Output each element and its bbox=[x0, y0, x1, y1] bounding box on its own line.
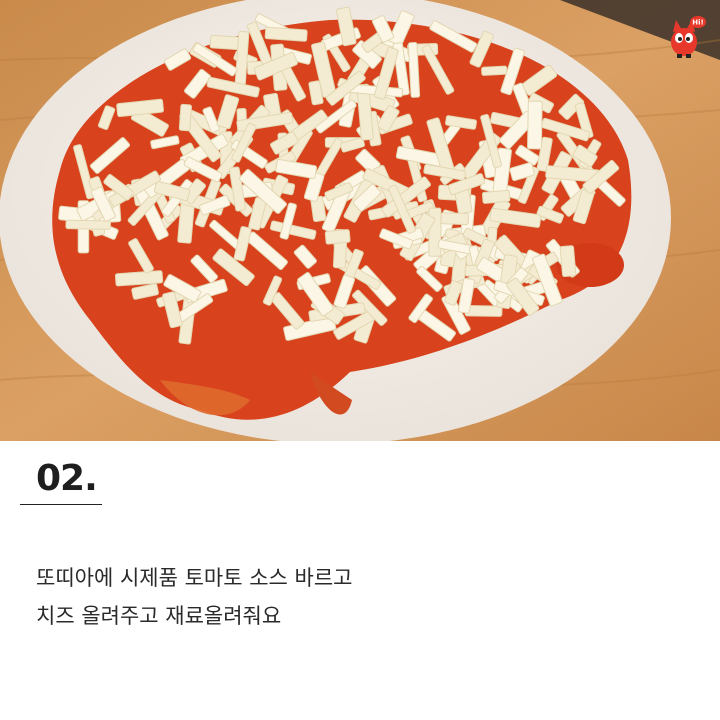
cheese-shred bbox=[481, 189, 511, 204]
red-cat-mascot-icon: Hi! bbox=[664, 14, 706, 58]
cheese-shred bbox=[324, 229, 351, 245]
cheese-shred bbox=[428, 207, 442, 257]
description-line: 또띠아에 시제품 토마토 소스 바르고 bbox=[36, 566, 353, 590]
cheese-shred bbox=[527, 100, 543, 150]
cheese-shred bbox=[177, 201, 195, 244]
pizza-photo: Hi! bbox=[0, 0, 720, 441]
cheese-shred bbox=[178, 103, 192, 132]
recipe-step-card: Hi! 02. 또띠아에 시제품 토마토 소스 바르고 치즈 올려주고 재료올려… bbox=[0, 0, 720, 720]
cheese-shred bbox=[264, 26, 308, 42]
step-divider bbox=[20, 504, 102, 505]
cheese-shred bbox=[209, 34, 240, 51]
description-line: 치즈 올려주고 재료올려줘요 bbox=[36, 604, 282, 628]
cheese-shred bbox=[481, 65, 508, 76]
mascot-badge-text: Hi! bbox=[692, 19, 703, 27]
step-description: 또띠아에 시제품 토마토 소스 바르고 치즈 올려주고 재료올려줘요 bbox=[36, 559, 353, 635]
cheese-shred bbox=[464, 305, 503, 317]
cheese-shred bbox=[65, 219, 111, 230]
cheese-shred bbox=[559, 245, 577, 278]
step-section: 02. 또띠아에 시제품 토마토 소스 바르고 치즈 올려주고 재료올려줘요 bbox=[0, 441, 720, 720]
cheese-shred bbox=[440, 212, 469, 226]
step-number: 02. bbox=[36, 458, 98, 499]
